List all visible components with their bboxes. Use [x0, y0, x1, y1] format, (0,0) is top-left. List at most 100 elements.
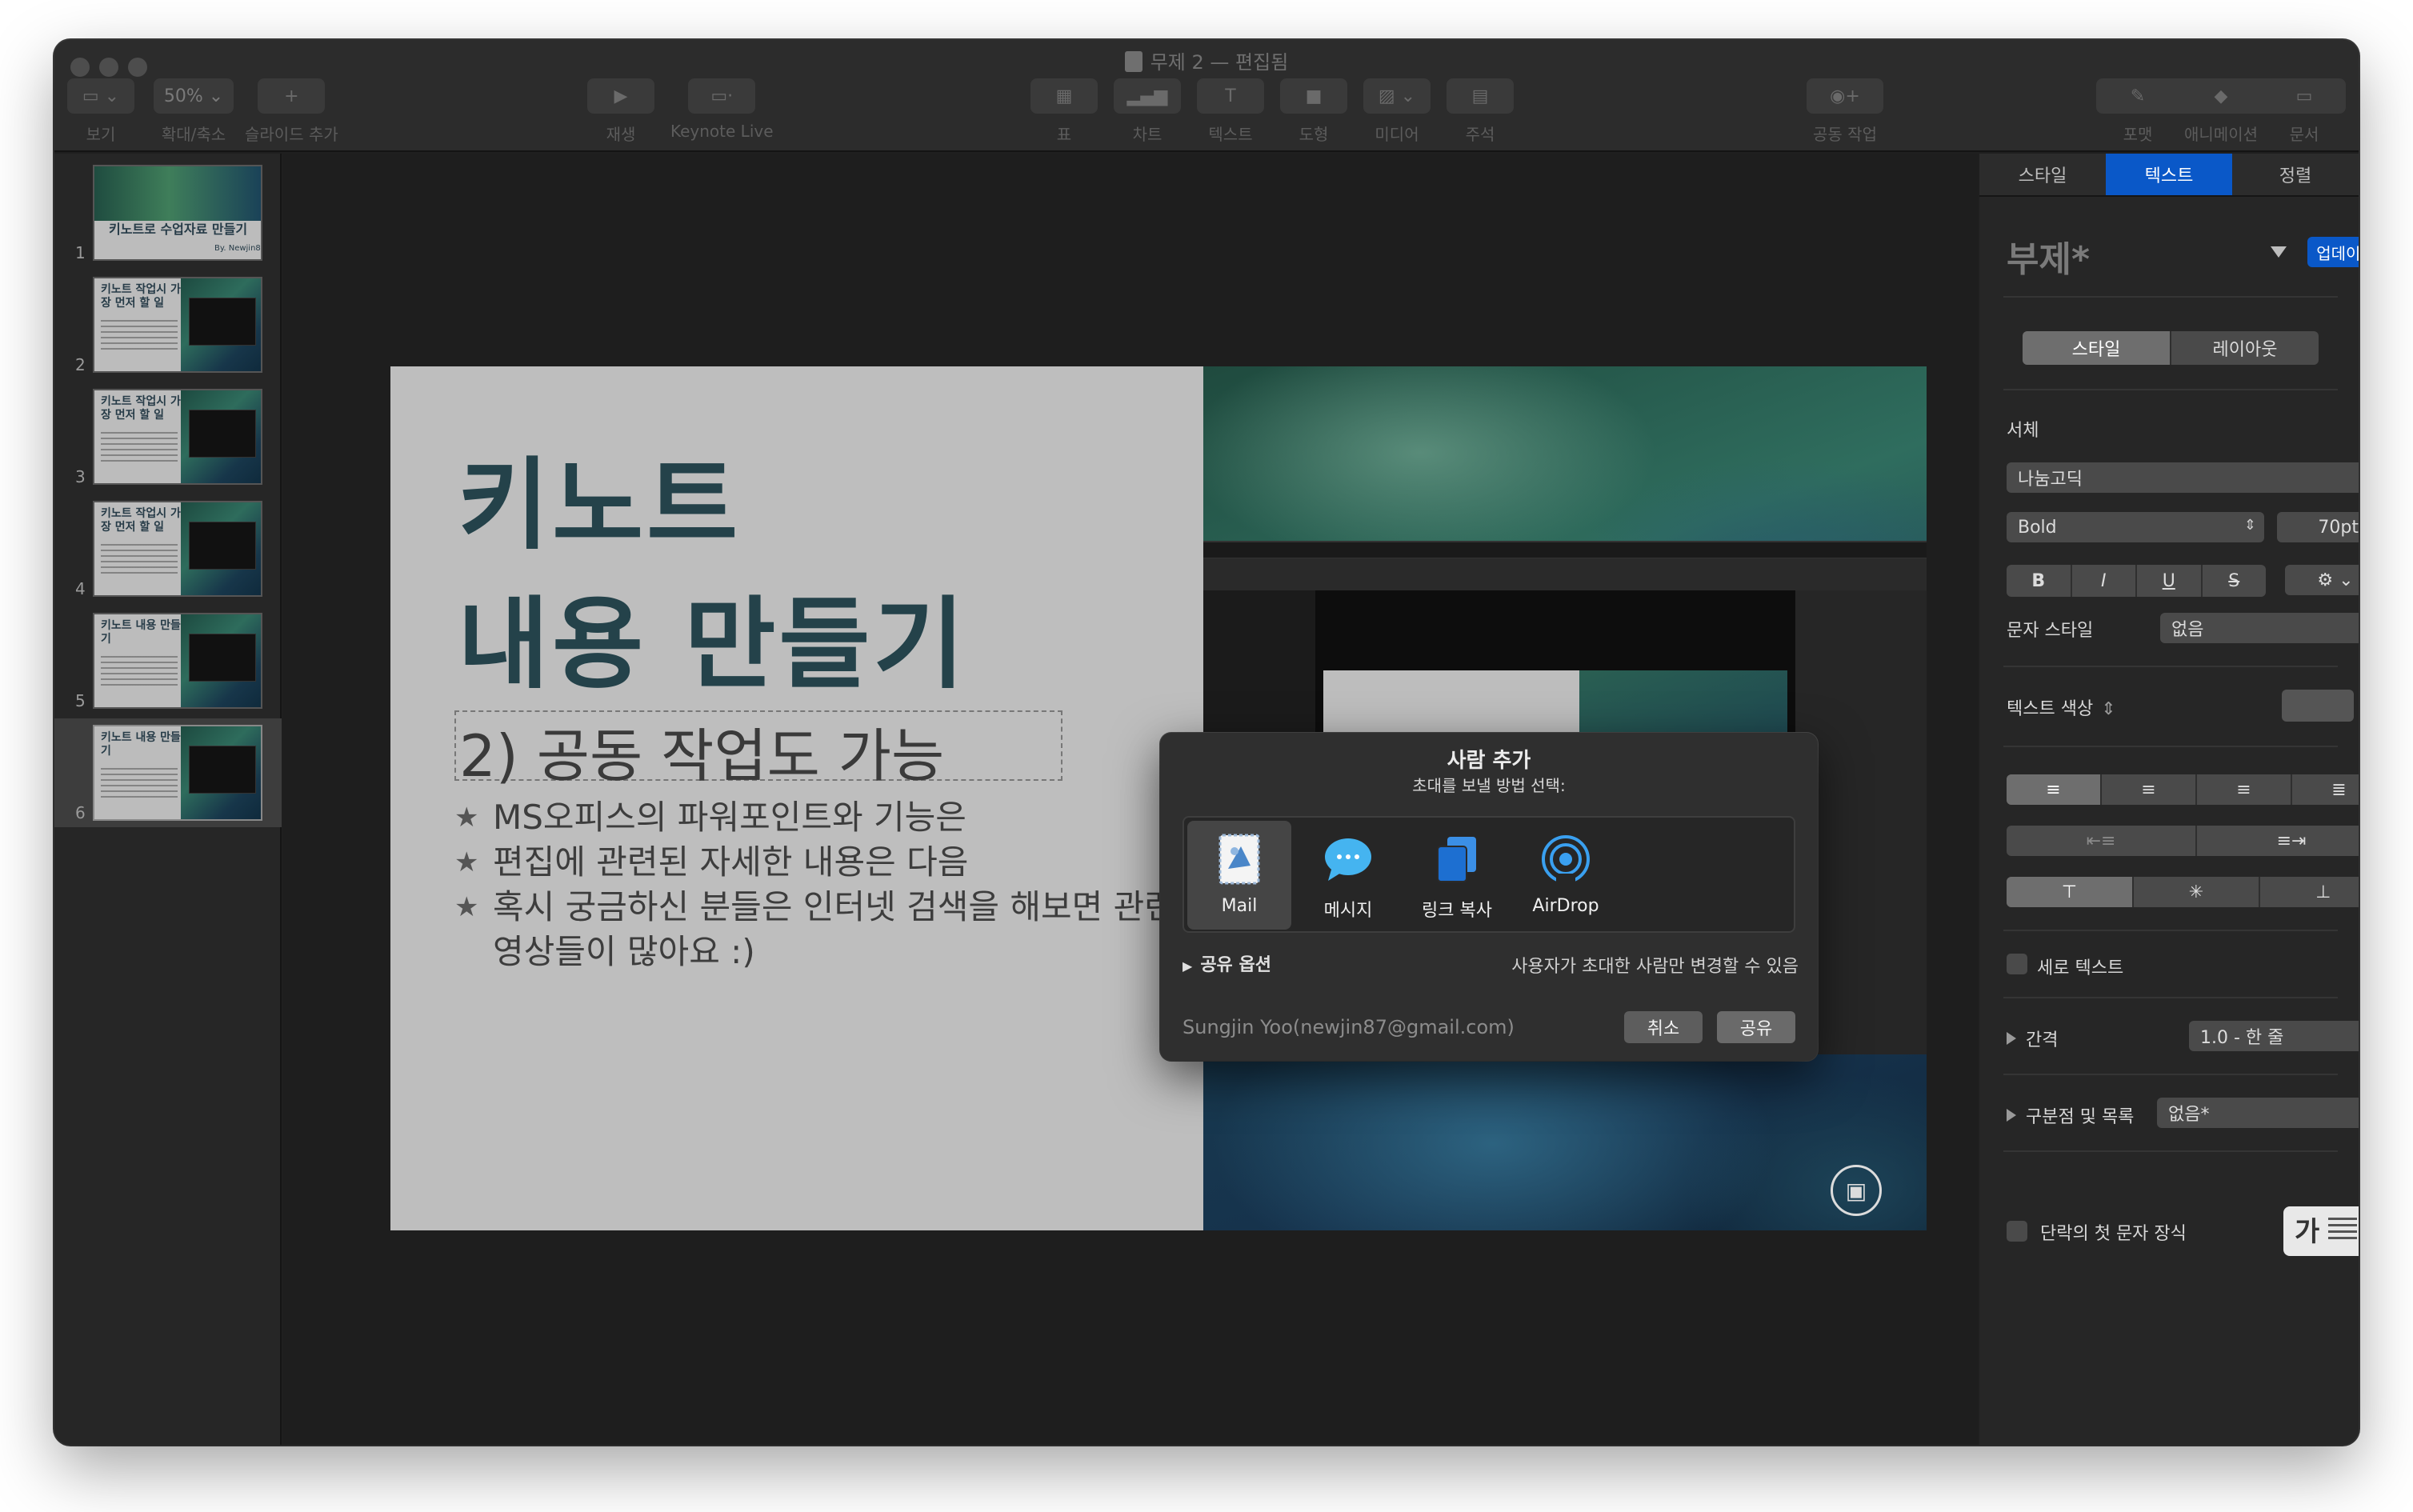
slide-thumbnail-4[interactable]: 키노트 작업시 가장 먼저 할 일 4 — [54, 494, 282, 603]
tab-text[interactable]: 텍스트 — [2106, 154, 2232, 195]
font-family-popup[interactable]: 나눔고딕⇕ — [2007, 462, 2359, 493]
share-button[interactable]: 공유 — [1717, 1011, 1795, 1043]
align-top-icon[interactable]: ⊤ — [2007, 877, 2134, 907]
comment-button[interactable]: ▤ 주석 — [1447, 78, 1514, 145]
divider — [2003, 1150, 2338, 1152]
tab-arrange[interactable]: 정렬 — [2232, 154, 2359, 195]
format-label: 포맷 — [2123, 125, 2153, 144]
view-button[interactable]: ▭ ⌄ 보기 — [67, 78, 134, 145]
dialog-subtitle: 초대를 보낼 방법 선택: — [1412, 776, 1566, 795]
slide-thumb-title: 키노트 작업시 가장 먼저 할 일 — [101, 395, 181, 422]
segment-style[interactable]: 스타일 — [2023, 331, 2171, 365]
dropcap-style-button[interactable]: 가 ⌄ — [2283, 1206, 2359, 1256]
keynote-live-icon: ▭· — [688, 78, 756, 114]
slide-thumb-title: 키노트 내용 만들기 — [101, 619, 181, 646]
slide-title-line2[interactable]: 내용 만들기 — [458, 563, 968, 707]
align-center-icon[interactable]: ≡ — [2102, 774, 2197, 805]
slide-thumbnail-6[interactable]: 키노트 내용 만들기 6 — [54, 718, 282, 827]
align-bottom-icon[interactable]: ⊥ — [2260, 877, 2359, 907]
paintbrush-icon: ✎ — [2096, 78, 2179, 114]
play-button[interactable]: ▶ 재생 — [587, 78, 654, 145]
align-justify-icon[interactable]: ≣ — [2292, 774, 2359, 805]
slide-thumbnail-3[interactable]: 키노트 작업시 가장 먼저 할 일 3 — [54, 382, 282, 491]
bold-button[interactable]: B — [2007, 565, 2072, 597]
image-gallery-icon[interactable]: ▣ — [1831, 1165, 1882, 1216]
spacing-disclosure[interactable]: 간격 — [2007, 1026, 2058, 1051]
italic-button[interactable]: I — [2072, 565, 2137, 597]
account-email: Sungjin Yoo(newjin87@gmail.com) — [1182, 1016, 1515, 1038]
add-slide-button[interactable]: + 슬라이드 추가 — [245, 78, 338, 145]
slide-body-text[interactable]: ★ MS오피스의 파워포인트와 기능은 ★ 편집에 관련된 자세한 내용은 다음 ★… — [454, 795, 1175, 974]
char-style-popup[interactable]: 없음⌄ — [2160, 613, 2359, 643]
tab-style[interactable]: 스타일 — [1979, 154, 2106, 195]
media-button[interactable]: ▨ ⌄ 미디어 — [1363, 78, 1431, 145]
airdrop-icon — [1540, 834, 1591, 885]
keynote-live-label: Keynote Live — [670, 122, 774, 141]
bullets-popup[interactable]: 없음*⌄ — [2157, 1098, 2359, 1128]
paragraph-style-name[interactable]: 부제* — [2007, 230, 2090, 282]
animate-button[interactable]: ◆ 애니메이션 — [2179, 78, 2263, 145]
chevron-down-icon[interactable] — [2271, 246, 2287, 258]
format-inspector: 스타일 텍스트 정렬 부제* 업데이트 스타일 레이아웃 서체 나눔고딕⇕ Bo… — [1979, 154, 2359, 1445]
increase-indent-icon[interactable]: ≡⇥ — [2197, 826, 2359, 856]
share-method-messages[interactable]: 메시지 — [1296, 821, 1400, 930]
share-method-copy-link[interactable]: 링크 복사 — [1405, 821, 1509, 930]
char-style-label: 문자 스타일 — [2007, 621, 2094, 641]
inspector-tabs: 스타일 텍스트 정렬 — [1979, 154, 2359, 197]
align-right-icon[interactable]: ≡ — [2197, 774, 2292, 805]
table-label: 표 — [1056, 125, 1072, 144]
slide-thumb-image: 키노트 작업시 가장 먼저 할 일 — [93, 389, 262, 485]
segment-layout[interactable]: 레이아웃 — [2171, 331, 2319, 365]
align-left-icon[interactable]: ≡ — [2007, 774, 2102, 805]
font-size-field[interactable]: 70pt — [2277, 512, 2359, 542]
slide-title-line1[interactable]: 키노트 — [458, 424, 741, 568]
up-down-arrows-icon: ⇕ — [2243, 517, 2256, 534]
zoom-button[interactable]: 50% ⌄ 확대/축소 — [154, 78, 234, 145]
slide-thumbnail-5[interactable]: 키노트 내용 만들기 5 — [54, 606, 282, 715]
slide-thumbnail-2[interactable]: 키노트 작업시 가장 먼저 할 일 2 — [54, 270, 282, 379]
underline-button[interactable]: U — [2137, 565, 2203, 597]
text-button[interactable]: T 텍스트 — [1197, 78, 1264, 145]
bullet-item-continuation: 영상들이 많아요 :) — [493, 932, 755, 971]
keynote-live-button[interactable]: ▭· Keynote Live — [670, 78, 774, 141]
slide-number: 5 — [75, 691, 86, 710]
spacing-popup[interactable]: 1.0 - 한 줄⇕ — [2189, 1021, 2359, 1051]
table-button[interactable]: ▦ 표 — [1030, 78, 1098, 145]
dropcap-checkbox[interactable] — [2007, 1221, 2027, 1242]
permission-text: 사용자가 초대한 사람만 변경할 수 있음 — [1511, 957, 1799, 977]
strikethrough-button[interactable]: S — [2203, 565, 2267, 597]
dropcap-char: 가 — [2295, 1216, 2320, 1248]
bullets-disclosure[interactable]: 구분점 및 목록 — [2007, 1102, 2134, 1128]
shape-button[interactable]: ■ 도형 — [1280, 78, 1347, 145]
bullet-item: ★ 편집에 관련된 자세한 내용은 다음 — [454, 840, 1174, 885]
format-button[interactable]: ✎ 포맷 — [2096, 78, 2179, 145]
add-people-dialog: 사람 추가 초대를 보낼 방법 선택: Mail 메시지 링크 복사 AirDr… — [1160, 733, 1818, 1061]
document-button[interactable]: ▭ 문서 — [2263, 78, 2346, 145]
slide-thumb-title: 키노트로 수업자료 만들기 — [109, 222, 248, 237]
chart-button[interactable]: ▂▄▆ 차트 — [1114, 78, 1181, 145]
collaborate-label: 공동 작업 — [1813, 125, 1877, 144]
dropcap-lines-icon — [2328, 1218, 2357, 1242]
share-method-airdrop[interactable]: AirDrop — [1514, 821, 1618, 930]
divider — [2003, 997, 2338, 998]
update-style-button[interactable]: 업데이트 — [2307, 237, 2359, 267]
share-options-toggle[interactable]: ▶ 공유 옵션 — [1182, 950, 1271, 976]
cancel-button[interactable]: 취소 — [1624, 1011, 1703, 1043]
decrease-indent-icon[interactable]: ⇤≡ — [2007, 826, 2197, 856]
vertical-text-checkbox[interactable] — [2007, 954, 2027, 974]
disclosure-triangle-icon — [2007, 1109, 2016, 1122]
advanced-options-button[interactable]: ⚙ ⌄ — [2285, 565, 2359, 595]
plus-icon: + — [258, 78, 326, 114]
share-method-mail[interactable]: Mail — [1187, 821, 1291, 930]
slide-thumb-image: 키노트로 수업자료 만들기 By. Newjin87 — [93, 165, 262, 261]
text-color-well[interactable] — [2282, 690, 2354, 722]
share-methods: Mail 메시지 링크 복사 AirDrop — [1182, 816, 1795, 933]
slide-thumbnail-1[interactable]: 키노트로 수업자료 만들기 By. Newjin87 1 — [54, 158, 282, 267]
slide-subtitle[interactable]: 2) 공동 작업도 가능 — [459, 709, 944, 793]
collaborate-button[interactable]: ◉+ 공동 작업 — [1807, 78, 1883, 145]
align-middle-icon[interactable]: ✳ — [2134, 877, 2261, 907]
bullet-item: ★ MS오피스의 파워포인트와 기능은 — [454, 795, 1174, 840]
slide-navigator: 키노트로 수업자료 만들기 By. Newjin87 1 키노트 작업시 가장 … — [54, 154, 282, 1445]
font-weight-popup[interactable]: Bold ⇕ — [2007, 512, 2264, 542]
divider — [2003, 930, 2338, 931]
